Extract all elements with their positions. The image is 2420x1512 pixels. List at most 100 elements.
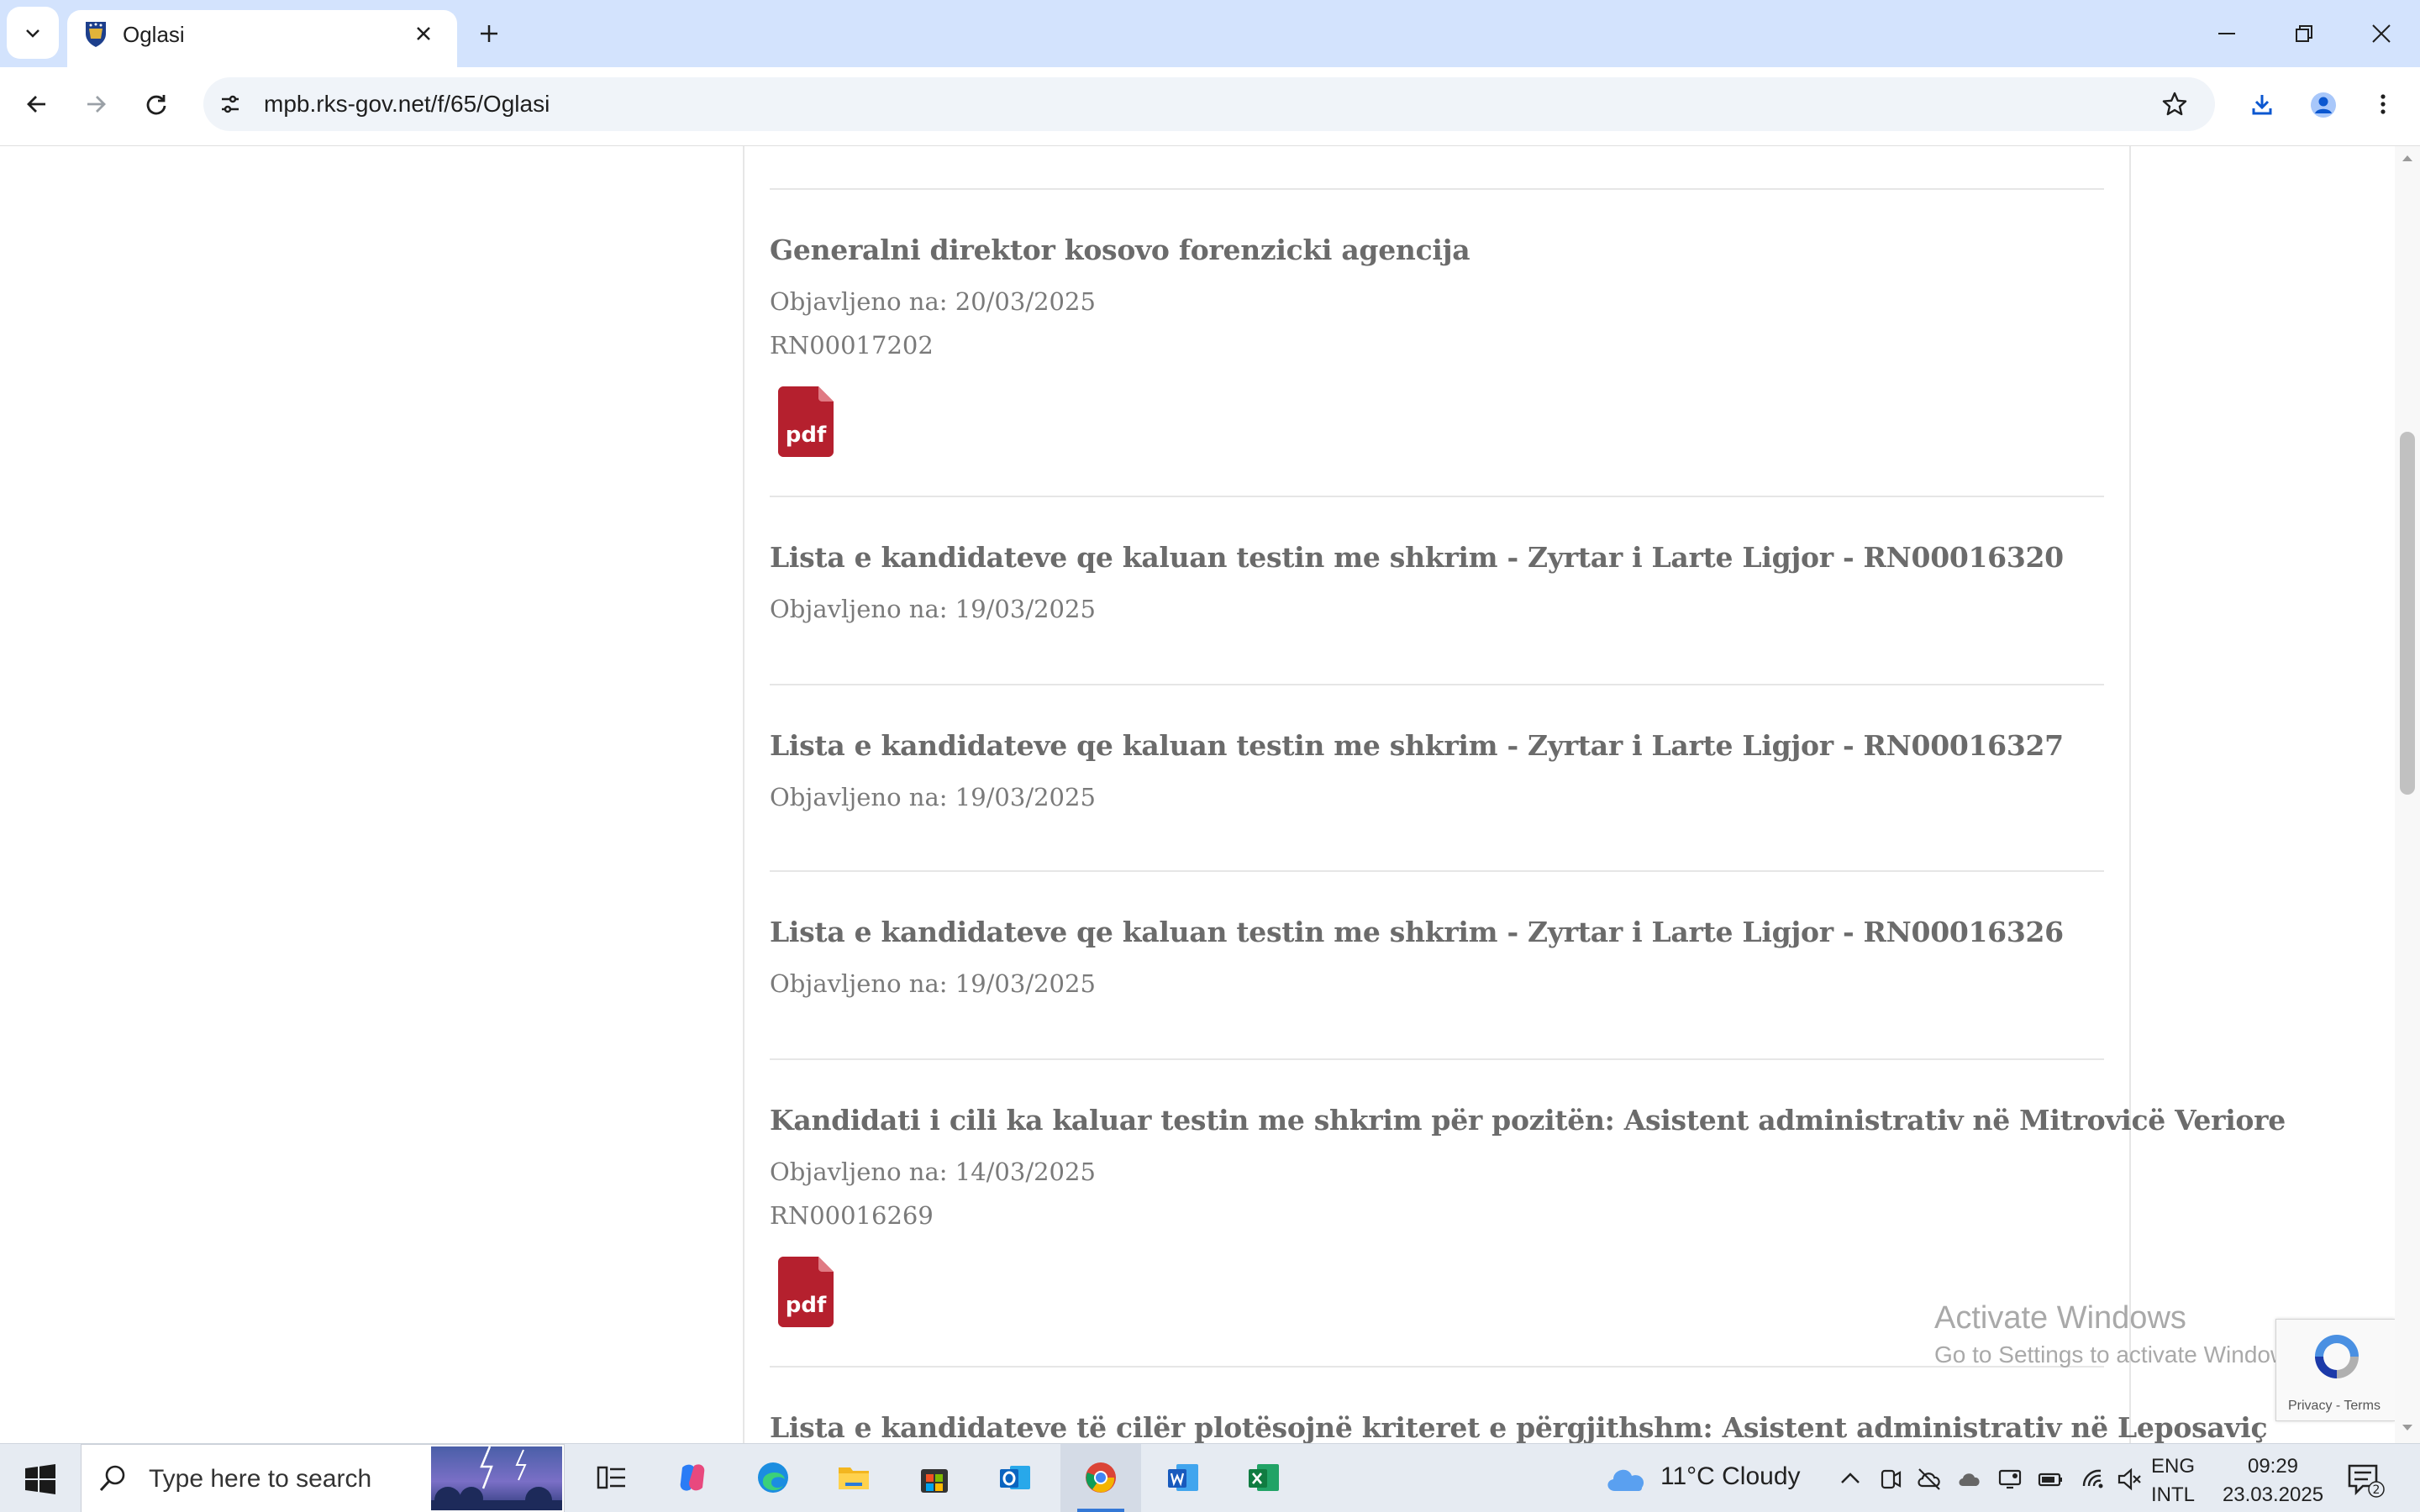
- pdf-file-icon[interactable]: pdf: [778, 1257, 834, 1327]
- taskbar-app-copilot[interactable]: [652, 1444, 733, 1512]
- taskbar-app-chrome[interactable]: [1060, 1444, 1141, 1512]
- activate-windows-watermark: Activate Windows Go to Settings to activ…: [1934, 1300, 2306, 1368]
- pdf-file-icon[interactable]: pdf: [778, 386, 834, 457]
- star-icon: [2162, 92, 2187, 116]
- more-vert-icon: [2381, 94, 2386, 114]
- tune-icon: [222, 95, 239, 113]
- folder-icon: [839, 1467, 869, 1489]
- page-scrollbar[interactable]: [2395, 146, 2420, 1443]
- bookmark-button[interactable]: [2156, 86, 2193, 123]
- language-code: ENG: [2151, 1455, 2196, 1478]
- announcement-title-link[interactable]: Lista e kandidateve qe kaluan testin me …: [770, 729, 2064, 762]
- taskbar-app-store[interactable]: [894, 1444, 975, 1512]
- publish-date: Objavljeno na: 19/03/2025: [770, 969, 1096, 998]
- window-restore-button[interactable]: [2265, 0, 2343, 67]
- announcement-title-link[interactable]: Generalni direktor kosovo forenzicki age…: [770, 234, 1470, 266]
- plus-icon: [481, 25, 497, 42]
- window-minimize-button[interactable]: [2188, 0, 2265, 67]
- tab-title: Oglasi: [123, 22, 185, 47]
- kosovo-crest-icon: [86, 22, 106, 47]
- publish-date: Objavljeno na: 19/03/2025: [770, 595, 1096, 623]
- announcements-list: Generalni direktor kosovo forenzicki age…: [743, 146, 2286, 1443]
- taskbar-clock[interactable]: 09:29 23.03.2025: [2218, 1452, 2328, 1509]
- profile-button[interactable]: [2299, 81, 2346, 128]
- taskbar-app-file-explorer[interactable]: [813, 1444, 894, 1512]
- search-placeholder: Type here to search: [149, 1465, 372, 1493]
- input-language[interactable]: ENG INTL: [2151, 1452, 2195, 1509]
- reload-icon: [146, 95, 166, 115]
- watermark-line-2: Go to Settings to activate Windows.: [1934, 1341, 2306, 1368]
- task-view-button[interactable]: [571, 1444, 652, 1512]
- cloud-icon: [1607, 1469, 1644, 1491]
- storm-illustration-icon: [431, 1446, 562, 1510]
- announcement-title-link[interactable]: Lista e kandidateve qe kaluan testin me …: [770, 541, 2064, 574]
- new-tab-button[interactable]: [472, 17, 506, 50]
- reference-number: RN00016269: [770, 1201, 934, 1230]
- scroll-up-arrow-icon[interactable]: [2401, 153, 2414, 163]
- page-viewport: Generalni direktor kosovo forenzicki age…: [0, 146, 2395, 1443]
- list-item: Generalni direktor kosovo forenzicki age…: [770, 188, 2104, 496]
- list-item: Kandidati i cili ka kaluar testin me shk…: [770, 1058, 2286, 1366]
- browser-tab-active[interactable]: Oglasi: [67, 10, 457, 67]
- display-icon[interactable]: [1996, 1466, 2023, 1493]
- windows-logo-icon: [25, 1464, 55, 1494]
- meet-now-icon[interactable]: [1877, 1466, 1904, 1493]
- announcement-title-link[interactable]: Kandidati i cili ka kaluar testin me shk…: [770, 1104, 2286, 1137]
- browser-menu-button[interactable]: [2360, 81, 2407, 128]
- clock-date: 23.03.2025: [2222, 1483, 2324, 1506]
- arrow-left-icon: [27, 96, 45, 113]
- pdf-label: pdf: [786, 1293, 827, 1318]
- publish-date: Objavljeno na: 14/03/2025: [770, 1158, 1096, 1186]
- close-icon: [2372, 24, 2391, 43]
- forward-button[interactable]: [72, 81, 119, 128]
- weather-text: 11°C Cloudy: [1660, 1462, 1801, 1490]
- scrollbar-thumb[interactable]: [2400, 432, 2415, 795]
- back-button[interactable]: [13, 81, 60, 128]
- clock-time: 09:29: [2247, 1455, 2299, 1478]
- chevron-up-icon[interactable]: [1837, 1466, 1864, 1493]
- start-button[interactable]: [0, 1444, 81, 1512]
- scroll-down-arrow-icon[interactable]: [2401, 1423, 2414, 1433]
- recaptcha-badge[interactable]: Privacy - Terms: [2275, 1319, 2395, 1421]
- notification-center-icon[interactable]: 2: [2344, 1459, 2385, 1499]
- search-highlight-image: [431, 1446, 562, 1510]
- taskbar-weather[interactable]: 11°C Cloudy: [1603, 1444, 1828, 1512]
- reload-button[interactable]: [133, 81, 180, 128]
- tab-close-button[interactable]: [407, 17, 440, 50]
- cloud-off-icon[interactable]: [1916, 1466, 1943, 1493]
- volume-muted-icon[interactable]: [2116, 1466, 2143, 1493]
- outlook-icon: [1000, 1466, 1030, 1489]
- watermark-line-1: Activate Windows: [1934, 1300, 2186, 1336]
- search-icon: [99, 1465, 125, 1492]
- announcement-title-link[interactable]: Lista e kandidateve të cilër plotësojnë …: [770, 1411, 2268, 1443]
- list-item: Lista e kandidateve qe kaluan testin me …: [770, 870, 2104, 1058]
- arrow-right-icon: [87, 96, 106, 113]
- address-bar[interactable]: mpb.rks-gov.net/f/65/Oglasi: [203, 77, 2215, 131]
- taskbar-app-edge[interactable]: [733, 1444, 813, 1512]
- announcement-title-link[interactable]: Lista e kandidateve qe kaluan testin me …: [770, 916, 2064, 948]
- recaptcha-privacy-terms[interactable]: Privacy - Terms: [2288, 1399, 2381, 1414]
- keyboard-layout: INTL: [2151, 1483, 2196, 1506]
- taskbar-app-word[interactable]: [1143, 1444, 1223, 1512]
- publish-date: Objavljeno na: 20/03/2025: [770, 287, 1096, 316]
- site-info-button[interactable]: [212, 86, 249, 123]
- battery-icon[interactable]: [2037, 1466, 2064, 1493]
- taskbar-search-box[interactable]: Type here to search: [81, 1444, 565, 1512]
- windows-taskbar: Type here to search 11°C Cloudy ENG INTL…: [0, 1443, 2420, 1512]
- downloads-button[interactable]: [2238, 81, 2286, 128]
- minimize-icon: [2218, 33, 2235, 34]
- window-close-button[interactable]: [2343, 0, 2420, 67]
- wifi-icon[interactable]: [2081, 1466, 2107, 1493]
- excel-icon: [1249, 1464, 1279, 1491]
- taskbar-app-excel[interactable]: [1223, 1444, 1304, 1512]
- taskbar-app-outlook[interactable]: [975, 1444, 1055, 1512]
- restore-icon: [2296, 25, 2312, 42]
- tab-search-button[interactable]: [7, 7, 59, 59]
- avatar-icon: [2311, 92, 2336, 118]
- onedrive-icon[interactable]: [1956, 1466, 1983, 1493]
- chevron-down-icon: [26, 29, 39, 38]
- list-item: Lista e kandidateve qe kaluan testin me …: [770, 496, 2104, 684]
- tab-strip: Oglasi: [0, 0, 2420, 67]
- url-text: mpb.rks-gov.net/f/65/Oglasi: [264, 91, 550, 117]
- reference-number: RN00017202: [770, 331, 934, 360]
